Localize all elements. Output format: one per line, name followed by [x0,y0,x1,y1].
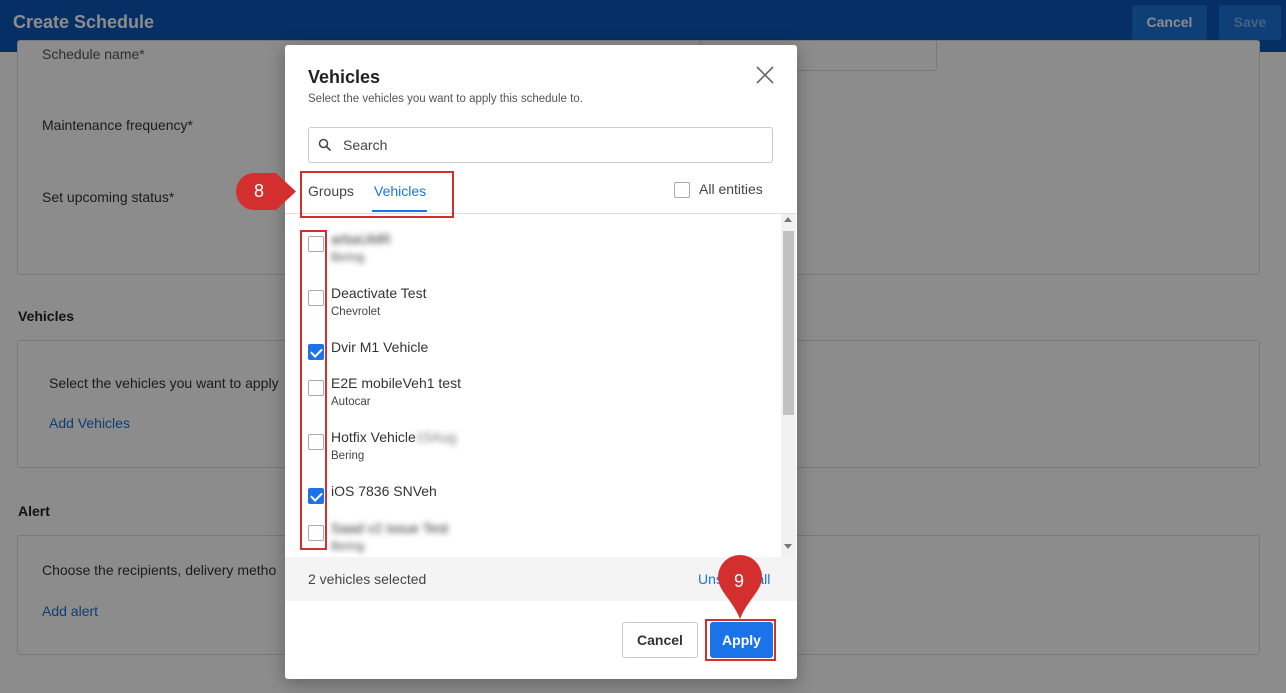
selected-count: 2 vehicles selected [308,571,427,587]
search-input[interactable] [343,129,763,161]
scrollbar-thumb[interactable] [783,231,794,415]
close-icon[interactable] [754,64,776,86]
vehicle-name: E2E mobileVeh1 test [331,375,461,391]
modal-subtitle: Select the vehicles you want to apply th… [308,93,583,105]
vehicle-make: Autocar [331,396,371,408]
vehicle-name: iOS 7836 SNVeh [331,483,437,499]
vehicle-name: Deactivate Test [331,285,427,301]
vehicle-name: Dvir M1 Vehicle [331,339,429,355]
vehicle-name: arbaUMR [331,231,391,247]
vehicle-make: Chevrolet [331,306,381,318]
vehicle-list: arbaUMR Bering Deactivate Test Chevrolet… [285,214,797,557]
tabs-highlight-box [300,171,454,218]
all-entities-label: All entities [699,181,763,197]
search-box [308,127,773,163]
step-9-label: 9 [734,571,745,591]
vehicle-make: Bering [331,541,365,553]
list-item[interactable]: arbaUMR Bering [285,226,780,276]
vehicle-make: Bering [331,450,365,462]
vehicle-name: Saad v2 issue Test [331,520,449,536]
step-8-marker-icon [236,173,296,210]
vehicle-name-text: Hotfix Vehicle [331,429,416,445]
modal-title: Vehicles [308,67,381,87]
modal-cancel-button[interactable]: Cancel [622,622,698,658]
vehicle-name: Hotfix Vehicle15Aug [331,429,456,445]
list-item[interactable]: E2E mobileVeh1 test Autocar [285,370,780,420]
list-item[interactable]: Deactivate Test Chevrolet [285,280,780,330]
list-item[interactable]: Saad v2 issue Test Bering [285,515,780,557]
all-entities-checkbox[interactable] [674,182,690,198]
list-item[interactable]: Hotfix Vehicle15Aug Bering [285,424,780,474]
scroll-up-arrow-icon[interactable] [784,217,792,222]
scroll-down-arrow-icon[interactable] [784,544,792,549]
search-icon [318,138,332,152]
step-8-label: 8 [254,181,265,201]
apply-highlight-box [705,619,776,661]
checkbox-column-highlight-box [300,230,327,550]
vehicle-make: Bering [331,252,365,264]
vehicle-name-suffix: 15Aug [415,429,457,445]
